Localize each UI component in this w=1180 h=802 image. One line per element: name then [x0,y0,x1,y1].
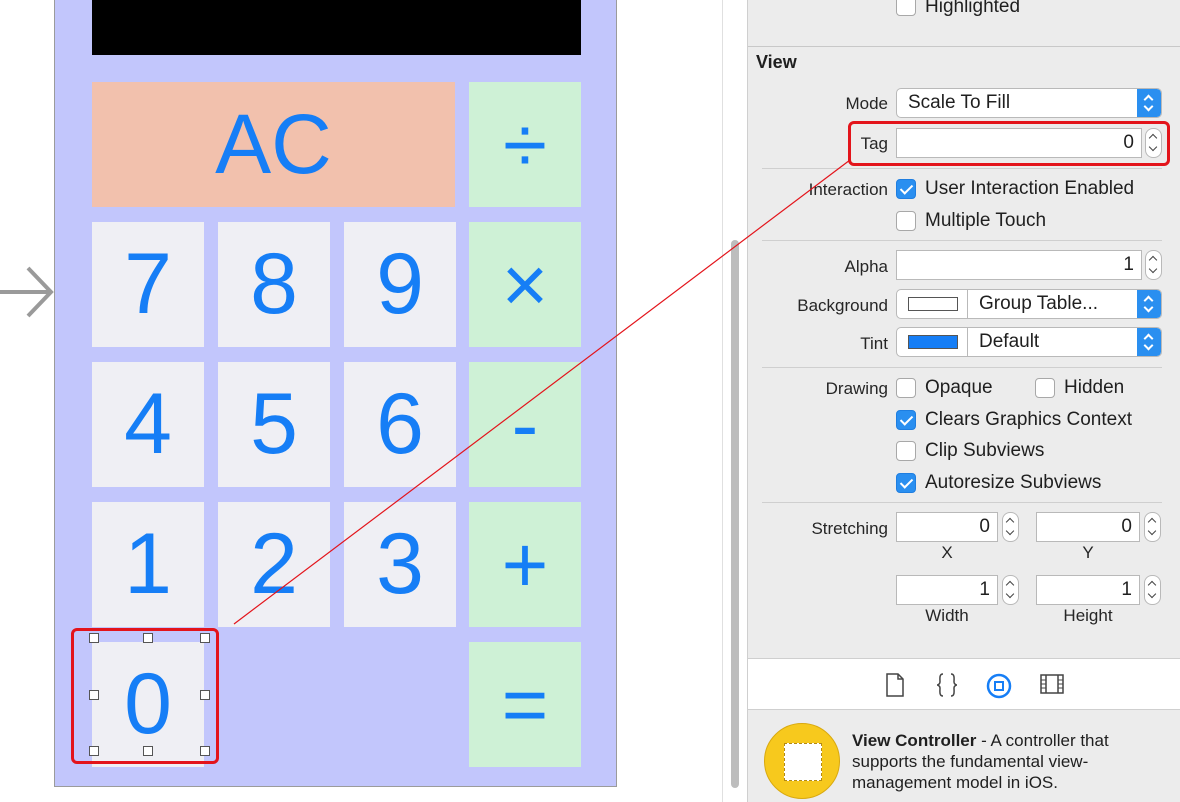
divide-button[interactable]: ÷ [469,82,581,207]
four-button[interactable]: 4 [92,362,204,487]
section-divider [762,168,1162,169]
resize-handle-bottom-right[interactable] [200,746,210,756]
calculator-view[interactable]: AC ÷ 7 8 9 × 4 5 6 - 1 2 3 + 0 = [54,0,617,787]
background-label: Background [797,296,888,315]
opaque-label: Opaque [925,377,993,398]
user-interaction-enabled-label: User Interaction Enabled [925,178,1135,199]
seven-button[interactable]: 7 [92,222,204,347]
highlighted-checkbox[interactable] [896,0,916,16]
minus-button[interactable]: - [469,362,581,487]
autoresize-subviews-checkbox[interactable] [896,473,916,493]
stretching-y-stepper[interactable] [1144,512,1161,542]
stretching-width-stepper[interactable] [1002,575,1019,605]
stretching-height-field[interactable]: 1 [1036,575,1140,605]
drawing-label: Drawing [825,379,888,398]
hidden-checkbox[interactable] [1035,378,1055,398]
mode-popup[interactable]: Scale To Fill [896,88,1162,118]
object-library-icon[interactable] [986,673,1012,699]
user-interaction-enabled-checkbox[interactable] [896,179,916,199]
tint-color-well[interactable] [896,327,968,357]
view-controller-icon [764,723,840,799]
five-button[interactable]: 5 [218,362,330,487]
attributes-inspector: Highlighted View Mode Scale To Fill Tag … [748,0,1180,802]
stretching-y-caption: Y [1082,543,1094,562]
library-item-title: View Controller [852,731,977,750]
stretching-y-field[interactable]: 0 [1036,512,1140,542]
multiple-touch-label: Multiple Touch [925,210,1047,231]
alpha-field[interactable]: 1 [896,250,1142,280]
resize-handle-top-left[interactable] [89,633,99,643]
canvas-scrollbar-thumb[interactable] [731,240,739,788]
resize-handle-left[interactable] [89,690,99,700]
tint-value: Default [979,331,1040,352]
alpha-stepper[interactable] [1145,250,1162,280]
six-button[interactable]: 6 [344,362,456,487]
resize-handle-top[interactable] [143,633,153,643]
nine-button[interactable]: 9 [344,222,456,347]
clears-graphics-context-label: Clears Graphics Context [925,409,1132,430]
mode-value: Scale To Fill [908,92,1011,113]
stretching-height-stepper[interactable] [1144,575,1161,605]
section-divider [748,46,1180,47]
hidden-label: Hidden [1064,377,1125,398]
stretching-width-caption: Width [925,606,969,625]
autoresize-subviews-label: Autoresize Subviews [925,472,1102,493]
plus-button[interactable]: + [469,502,581,627]
background-color-well[interactable] [896,289,968,319]
stretching-x-field[interactable]: 0 [896,512,998,542]
interaction-label: Interaction [808,180,888,199]
stretching-height-caption: Height [1063,606,1113,625]
stretching-width-field[interactable]: 1 [896,575,998,605]
clip-subviews-checkbox[interactable] [896,441,916,461]
stretching-x-caption: X [941,543,953,562]
resize-handle-bottom-left[interactable] [89,746,99,756]
alpha-label: Alpha [844,257,888,276]
resize-handle-bottom[interactable] [143,746,153,756]
eight-button[interactable]: 8 [218,222,330,347]
popup-arrows-icon [1137,89,1161,117]
storyboard-canvas[interactable]: AC ÷ 7 8 9 × 4 5 6 - 1 2 3 + 0 = [0,0,722,802]
section-divider [762,367,1162,368]
section-divider [762,240,1162,241]
resize-handle-right[interactable] [200,690,210,700]
code-snippet-icon[interactable] [936,673,958,697]
equals-button[interactable]: = [469,642,581,767]
highlighted-label: Highlighted [925,0,1021,17]
multiple-touch-checkbox[interactable] [896,211,916,231]
section-divider [762,502,1162,503]
multiply-button[interactable]: × [469,222,581,347]
clears-graphics-context-checkbox[interactable] [896,410,916,430]
background-value: Group Table... [979,293,1099,314]
tint-label: Tint [860,334,888,353]
result-display[interactable] [92,0,581,55]
resize-handle-top-right[interactable] [200,633,210,643]
tag-field-highlight [848,121,1170,166]
library-item-view-controller[interactable]: View Controller - A controller that supp… [748,710,1180,802]
canvas-divider [722,0,723,802]
tint-swatch [908,335,958,349]
library-tab-bar [748,658,1180,710]
library-item-description: View Controller - A controller that supp… [852,730,1172,793]
clip-subviews-label: Clip Subviews [925,440,1045,461]
background-popup[interactable]: Group Table... [968,289,1162,319]
media-library-icon[interactable] [1040,673,1064,695]
one-button[interactable]: 1 [92,502,204,627]
popup-arrows-icon [1137,290,1161,318]
file-template-icon[interactable] [885,673,905,697]
background-swatch [908,297,958,311]
three-button[interactable]: 3 [344,502,456,627]
two-button[interactable]: 2 [218,502,330,627]
tint-popup[interactable]: Default [968,327,1162,357]
ac-button[interactable]: AC [92,82,455,207]
opaque-checkbox[interactable] [896,378,916,398]
mode-label: Mode [845,94,888,113]
popup-arrows-icon [1137,328,1161,356]
stretching-label: Stretching [811,519,888,538]
stretching-x-stepper[interactable] [1002,512,1019,542]
initial-view-controller-arrow-icon [0,266,54,318]
section-title-view: View [756,52,797,72]
